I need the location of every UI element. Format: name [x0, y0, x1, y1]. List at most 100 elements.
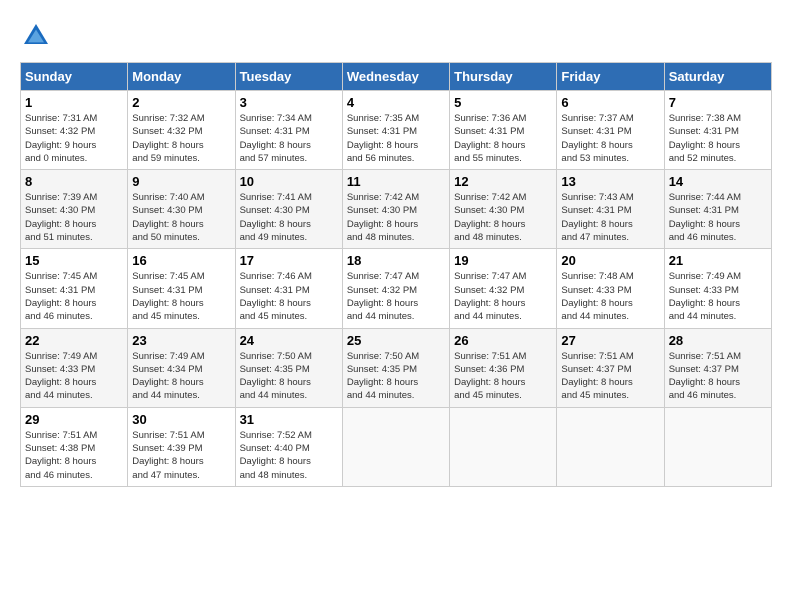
calendar-cell: 19 Sunrise: 7:47 AM Sunset: 4:32 PM Dayli…	[450, 249, 557, 328]
day-info: Sunrise: 7:51 AM Sunset: 4:38 PM Dayligh…	[25, 429, 123, 482]
calendar-cell: 12 Sunrise: 7:42 AM Sunset: 4:30 PM Dayli…	[450, 170, 557, 249]
calendar-cell: 24 Sunrise: 7:50 AM Sunset: 4:35 PM Dayli…	[235, 328, 342, 407]
calendar-table: SundayMondayTuesdayWednesdayThursdayFrid…	[20, 62, 772, 487]
day-number: 24	[240, 333, 338, 348]
day-info: Sunrise: 7:51 AM Sunset: 4:39 PM Dayligh…	[132, 429, 230, 482]
calendar-week-1: 1 Sunrise: 7:31 AM Sunset: 4:32 PM Daylig…	[21, 91, 772, 170]
day-number: 17	[240, 253, 338, 268]
calendar-cell: 5 Sunrise: 7:36 AM Sunset: 4:31 PM Daylig…	[450, 91, 557, 170]
calendar-cell: 2 Sunrise: 7:32 AM Sunset: 4:32 PM Daylig…	[128, 91, 235, 170]
calendar-week-4: 22 Sunrise: 7:49 AM Sunset: 4:33 PM Dayli…	[21, 328, 772, 407]
day-info: Sunrise: 7:42 AM Sunset: 4:30 PM Dayligh…	[454, 191, 552, 244]
day-number: 2	[132, 95, 230, 110]
calendar-cell	[342, 407, 449, 486]
calendar-cell: 1 Sunrise: 7:31 AM Sunset: 4:32 PM Daylig…	[21, 91, 128, 170]
day-info: Sunrise: 7:51 AM Sunset: 4:37 PM Dayligh…	[669, 350, 767, 403]
calendar-cell: 25 Sunrise: 7:50 AM Sunset: 4:35 PM Dayli…	[342, 328, 449, 407]
calendar-cell	[450, 407, 557, 486]
calendar-cell: 30 Sunrise: 7:51 AM Sunset: 4:39 PM Dayli…	[128, 407, 235, 486]
day-number: 10	[240, 174, 338, 189]
weekday-header-friday: Friday	[557, 63, 664, 91]
calendar-cell: 6Sunrise: 7:37 AM Sunset: 4:31 PM Daylig…	[557, 91, 664, 170]
calendar-cell: 23 Sunrise: 7:49 AM Sunset: 4:34 PM Dayli…	[128, 328, 235, 407]
calendar-cell: 26 Sunrise: 7:51 AM Sunset: 4:36 PM Dayli…	[450, 328, 557, 407]
day-number: 15	[25, 253, 123, 268]
calendar-week-5: 29 Sunrise: 7:51 AM Sunset: 4:38 PM Dayli…	[21, 407, 772, 486]
calendar-cell: 21 Sunrise: 7:49 AM Sunset: 4:33 PM Dayli…	[664, 249, 771, 328]
day-number: 12	[454, 174, 552, 189]
calendar-week-3: 15 Sunrise: 7:45 AM Sunset: 4:31 PM Dayli…	[21, 249, 772, 328]
day-info: Sunrise: 7:51 AM Sunset: 4:36 PM Dayligh…	[454, 350, 552, 403]
day-number: 21	[669, 253, 767, 268]
day-number: 29	[25, 412, 123, 427]
day-number: 11	[347, 174, 445, 189]
weekday-header-thursday: Thursday	[450, 63, 557, 91]
calendar-cell: 10Sunrise: 7:41 AM Sunset: 4:30 PM Dayli…	[235, 170, 342, 249]
day-number: 13	[561, 174, 659, 189]
day-number: 1	[25, 95, 123, 110]
day-number: 26	[454, 333, 552, 348]
day-number: 6	[561, 95, 659, 110]
day-number: 19	[454, 253, 552, 268]
day-number: 8	[25, 174, 123, 189]
day-info: Sunrise: 7:52 AM Sunset: 4:40 PM Dayligh…	[240, 429, 338, 482]
weekday-header-sunday: Sunday	[21, 63, 128, 91]
day-info: Sunrise: 7:36 AM Sunset: 4:31 PM Dayligh…	[454, 112, 552, 165]
weekday-header-tuesday: Tuesday	[235, 63, 342, 91]
calendar-cell: 3 Sunrise: 7:34 AM Sunset: 4:31 PM Daylig…	[235, 91, 342, 170]
day-number: 28	[669, 333, 767, 348]
day-info: Sunrise: 7:44 AM Sunset: 4:31 PM Dayligh…	[669, 191, 767, 244]
day-info: Sunrise: 7:47 AM Sunset: 4:32 PM Dayligh…	[454, 270, 552, 323]
day-number: 30	[132, 412, 230, 427]
calendar-cell: 14Sunrise: 7:44 AM Sunset: 4:31 PM Dayli…	[664, 170, 771, 249]
day-number: 18	[347, 253, 445, 268]
calendar-cell: 31 Sunrise: 7:52 AM Sunset: 4:40 PM Dayli…	[235, 407, 342, 486]
day-info: Sunrise: 7:51 AM Sunset: 4:37 PM Dayligh…	[561, 350, 659, 403]
calendar-cell: 22 Sunrise: 7:49 AM Sunset: 4:33 PM Dayli…	[21, 328, 128, 407]
calendar-week-2: 8 Sunrise: 7:39 AM Sunset: 4:30 PM Daylig…	[21, 170, 772, 249]
logo-icon	[20, 20, 52, 52]
calendar-cell: 7Sunrise: 7:38 AM Sunset: 4:31 PM Daylig…	[664, 91, 771, 170]
day-info: Sunrise: 7:43 AM Sunset: 4:31 PM Dayligh…	[561, 191, 659, 244]
day-number: 5	[454, 95, 552, 110]
day-info: Sunrise: 7:48 AM Sunset: 4:33 PM Dayligh…	[561, 270, 659, 323]
calendar-cell: 4Sunrise: 7:35 AM Sunset: 4:31 PM Daylig…	[342, 91, 449, 170]
calendar-cell: 20 Sunrise: 7:48 AM Sunset: 4:33 PM Dayli…	[557, 249, 664, 328]
day-info: Sunrise: 7:38 AM Sunset: 4:31 PM Dayligh…	[669, 112, 767, 165]
calendar-cell: 13 Sunrise: 7:43 AM Sunset: 4:31 PM Dayli…	[557, 170, 664, 249]
day-number: 3	[240, 95, 338, 110]
calendar-cell: 27Sunrise: 7:51 AM Sunset: 4:37 PM Dayli…	[557, 328, 664, 407]
calendar-cell: 11 Sunrise: 7:42 AM Sunset: 4:30 PM Dayli…	[342, 170, 449, 249]
day-info: Sunrise: 7:49 AM Sunset: 4:34 PM Dayligh…	[132, 350, 230, 403]
day-number: 9	[132, 174, 230, 189]
day-number: 4	[347, 95, 445, 110]
day-info: Sunrise: 7:34 AM Sunset: 4:31 PM Dayligh…	[240, 112, 338, 165]
calendar-cell: 8 Sunrise: 7:39 AM Sunset: 4:30 PM Daylig…	[21, 170, 128, 249]
day-info: Sunrise: 7:49 AM Sunset: 4:33 PM Dayligh…	[669, 270, 767, 323]
day-info: Sunrise: 7:45 AM Sunset: 4:31 PM Dayligh…	[132, 270, 230, 323]
day-number: 31	[240, 412, 338, 427]
day-info: Sunrise: 7:31 AM Sunset: 4:32 PM Dayligh…	[25, 112, 123, 165]
calendar-cell: 17 Sunrise: 7:46 AM Sunset: 4:31 PM Dayli…	[235, 249, 342, 328]
day-info: Sunrise: 7:45 AM Sunset: 4:31 PM Dayligh…	[25, 270, 123, 323]
logo	[20, 20, 56, 52]
day-info: Sunrise: 7:32 AM Sunset: 4:32 PM Dayligh…	[132, 112, 230, 165]
day-info: Sunrise: 7:49 AM Sunset: 4:33 PM Dayligh…	[25, 350, 123, 403]
day-info: Sunrise: 7:39 AM Sunset: 4:30 PM Dayligh…	[25, 191, 123, 244]
day-info: Sunrise: 7:50 AM Sunset: 4:35 PM Dayligh…	[347, 350, 445, 403]
day-number: 23	[132, 333, 230, 348]
calendar-cell: 16Sunrise: 7:45 AM Sunset: 4:31 PM Dayli…	[128, 249, 235, 328]
day-info: Sunrise: 7:46 AM Sunset: 4:31 PM Dayligh…	[240, 270, 338, 323]
page-header	[20, 20, 772, 52]
day-info: Sunrise: 7:50 AM Sunset: 4:35 PM Dayligh…	[240, 350, 338, 403]
calendar-cell: 15 Sunrise: 7:45 AM Sunset: 4:31 PM Dayli…	[21, 249, 128, 328]
calendar-cell	[557, 407, 664, 486]
day-info: Sunrise: 7:40 AM Sunset: 4:30 PM Dayligh…	[132, 191, 230, 244]
day-info: Sunrise: 7:42 AM Sunset: 4:30 PM Dayligh…	[347, 191, 445, 244]
calendar-cell: 9 Sunrise: 7:40 AM Sunset: 4:30 PM Daylig…	[128, 170, 235, 249]
weekday-header-monday: Monday	[128, 63, 235, 91]
day-number: 20	[561, 253, 659, 268]
calendar-cell: 29 Sunrise: 7:51 AM Sunset: 4:38 PM Dayli…	[21, 407, 128, 486]
day-number: 25	[347, 333, 445, 348]
day-number: 22	[25, 333, 123, 348]
